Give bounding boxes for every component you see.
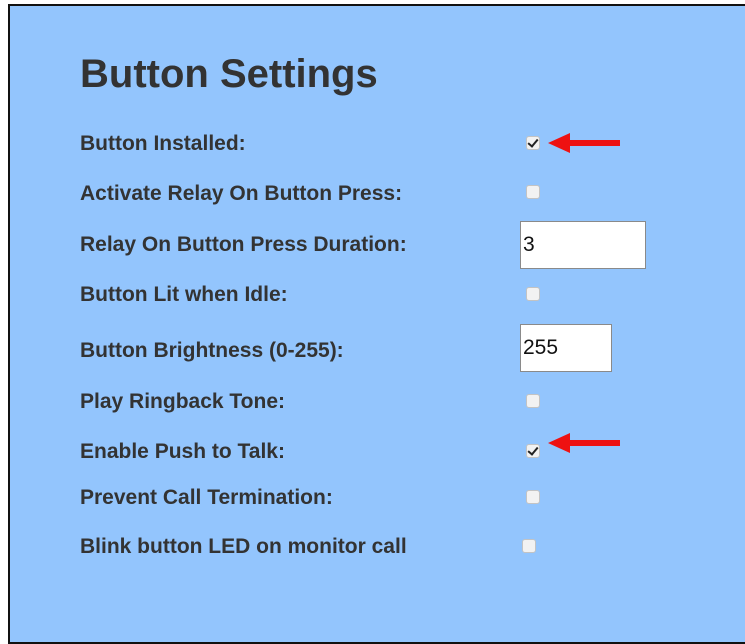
push-to-talk-label: Enable Push to Talk: [80,440,285,463]
prevent-termination-checkbox[interactable] [526,490,540,504]
button-lit-idle-label: Button Lit when Idle: [80,283,288,306]
push-to-talk-checkbox[interactable] [526,444,540,458]
blink-led-checkbox[interactable] [522,539,536,553]
button-lit-idle-checkbox[interactable] [526,287,540,301]
activate-relay-checkbox[interactable] [526,185,540,199]
prevent-termination-label: Prevent Call Termination: [80,486,333,509]
play-ringback-label: Play Ringback Tone: [80,390,285,413]
relay-duration-input[interactable] [520,221,646,269]
button-brightness-input[interactable] [520,324,612,372]
activate-relay-label: Activate Relay On Button Press: [80,182,403,205]
red-arrow-left-icon [548,133,620,153]
red-arrow-left-icon [548,433,620,453]
relay-duration-label: Relay On Button Press Duration: [80,233,407,256]
button-brightness-label: Button Brightness (0-255): [80,339,344,362]
button-installed-label: Button Installed: [80,132,246,155]
button-installed-checkbox[interactable] [526,136,540,150]
play-ringback-checkbox[interactable] [526,394,540,408]
blink-led-label: Blink button LED on monitor call [80,535,407,558]
page-title: Button Settings [80,52,378,96]
